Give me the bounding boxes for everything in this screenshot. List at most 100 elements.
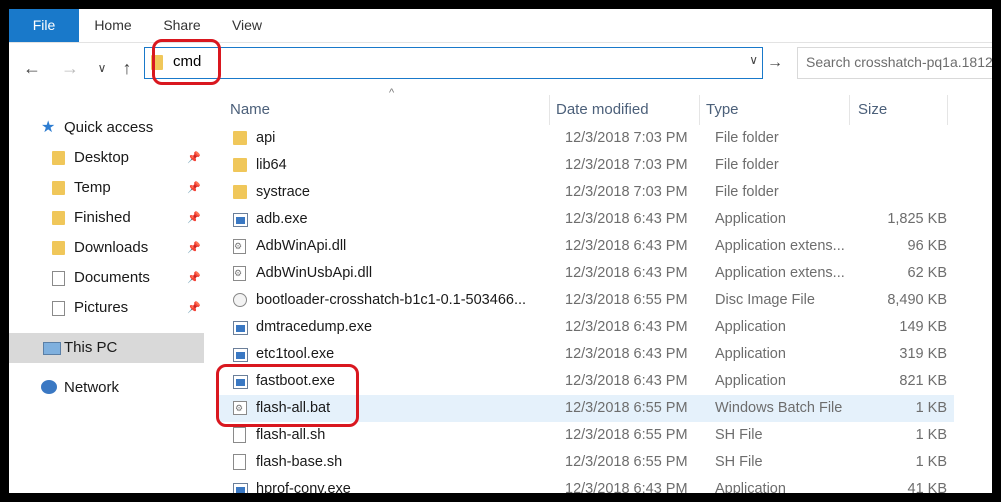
search-placeholder[interactable]: Search crosshatch-pq1a.1812: [806, 54, 992, 70]
file-name: AdbWinUsbApi.dll: [256, 265, 373, 281]
pin-icon[interactable]: 📌: [187, 233, 201, 263]
file-row[interactable]: hprof-conv.exe 12/3/2018 6:43 PM Applicati…: [219, 476, 954, 493]
address-bar[interactable]: cmd ∨: [144, 47, 763, 79]
file-name: bootloader-crosshatch-b1c1-0.1-503466...: [256, 292, 527, 308]
nav-item-pictures[interactable]: Pictures 📌: [9, 293, 204, 323]
back-arrow-icon[interactable]: ←: [21, 57, 43, 79]
file-row[interactable]: flash-base.sh 12/3/2018 6:55 PM SH File 1 K…: [219, 449, 954, 476]
nav-item-documents[interactable]: Documents 📌: [9, 263, 204, 293]
column-divider[interactable]: [947, 95, 948, 125]
file-row[interactable]: adb.exe 12/3/2018 6:43 PM Application 1,825…: [219, 206, 954, 233]
network-icon: [41, 380, 57, 394]
file-name: adb.exe: [256, 211, 308, 227]
file-size: 62 KB: [907, 265, 948, 281]
file-row[interactable]: lib64 12/3/2018 7:03 PM File folder: [219, 152, 954, 179]
tab-view[interactable]: View: [217, 9, 277, 42]
recent-locations-chevron-icon[interactable]: ∨: [91, 57, 113, 79]
text-file-icon: [233, 454, 246, 470]
column-type[interactable]: Type: [706, 95, 739, 125]
nav-item-label: Documents: [74, 269, 150, 286]
nav-item-label: Downloads: [74, 239, 149, 256]
file-date-modified: 12/3/2018 6:43 PM: [565, 238, 688, 254]
file-type: Windows Batch File: [715, 400, 843, 416]
nav-item-label: Desktop: [74, 149, 130, 166]
pictures-icon: [52, 301, 65, 316]
column-divider[interactable]: [549, 95, 550, 125]
file-date-modified: 12/3/2018 6:43 PM: [565, 319, 688, 335]
file-row[interactable]: api 12/3/2018 7:03 PM File folder: [219, 125, 954, 152]
file-row[interactable]: bootloader-crosshatch-b1c1-0.1-503466...…: [219, 287, 954, 314]
tab-file[interactable]: File: [9, 9, 79, 42]
file-date-modified: 12/3/2018 7:03 PM: [565, 130, 688, 146]
search-box[interactable]: Search crosshatch-pq1a.1812: [797, 47, 992, 79]
pin-icon[interactable]: 📌: [187, 293, 201, 323]
file-row[interactable]: AdbWinUsbApi.dll 12/3/2018 6:43 PM Applica…: [219, 260, 954, 287]
file-type: Application extens...: [715, 238, 845, 254]
file-name: api: [256, 130, 276, 146]
file-type: Application: [715, 211, 786, 227]
forward-arrow-icon[interactable]: →: [59, 57, 81, 79]
file-date-modified: 12/3/2018 6:43 PM: [565, 373, 688, 389]
file-size: 41 KB: [907, 481, 948, 493]
column-headers: ^ Name Date modified Type Size: [219, 87, 954, 125]
folder-icon: [233, 185, 247, 199]
file-row[interactable]: AdbWinApi.dll 12/3/2018 6:43 PM Applicatio…: [219, 233, 954, 260]
file-type: Application: [715, 346, 786, 362]
annotation-highlight-files: [216, 364, 359, 427]
pin-icon[interactable]: 📌: [187, 263, 201, 293]
nav-item-downloads[interactable]: Downloads 📌: [9, 233, 204, 263]
file-row[interactable]: systrace 12/3/2018 7:03 PM File folder: [219, 179, 954, 206]
file-date-modified: 12/3/2018 6:43 PM: [565, 481, 688, 493]
file-date-modified: 12/3/2018 6:43 PM: [565, 211, 688, 227]
file-size: 1 KB: [915, 400, 947, 416]
nav-network[interactable]: Network: [9, 373, 204, 403]
nav-item-desktop[interactable]: Desktop 📌: [9, 143, 204, 173]
column-divider[interactable]: [699, 95, 700, 125]
column-divider[interactable]: [849, 95, 850, 125]
file-list: api 12/3/2018 7:03 PM File folder lib64 12/3…: [219, 125, 954, 493]
nav-this-pc[interactable]: This PC: [9, 333, 204, 363]
file-type: Application: [715, 319, 786, 335]
file-name: systrace: [256, 184, 310, 200]
file-date-modified: 12/3/2018 7:03 PM: [565, 184, 688, 200]
nav-item-label: Finished: [74, 209, 131, 226]
nav-quick-access[interactable]: ★ Quick access: [9, 113, 204, 143]
file-name: AdbWinApi.dll: [256, 238, 347, 254]
file-row[interactable]: dmtracedump.exe 12/3/2018 6:43 PM Applicat…: [219, 314, 954, 341]
file-type: File folder: [715, 157, 779, 173]
column-size[interactable]: Size: [858, 95, 887, 125]
go-arrow-icon[interactable]: →: [765, 51, 785, 75]
tab-home[interactable]: Home: [79, 9, 147, 42]
pin-icon[interactable]: 📌: [187, 173, 201, 203]
dll-icon: [233, 233, 246, 260]
file-type: Application: [715, 373, 786, 389]
disc-image-icon: [233, 293, 247, 307]
documents-icon: [52, 271, 65, 286]
file-name: hprof-conv.exe: [256, 481, 351, 493]
nav-item-finished[interactable]: Finished 📌: [9, 203, 204, 233]
column-date-modified[interactable]: Date modified: [556, 95, 649, 125]
column-name[interactable]: Name: [230, 95, 270, 125]
file-name: lib64: [256, 157, 287, 173]
ribbon-tabs: File Home Share View: [9, 9, 992, 43]
file-type: File folder: [715, 184, 779, 200]
pin-icon[interactable]: 📌: [187, 143, 201, 173]
up-arrow-icon[interactable]: ↑: [116, 57, 138, 79]
file-size: 319 KB: [899, 346, 947, 362]
folder-icon: [52, 181, 65, 195]
file-date-modified: 12/3/2018 6:43 PM: [565, 265, 688, 281]
file-size: 96 KB: [907, 238, 948, 254]
tab-share[interactable]: Share: [147, 9, 217, 42]
nav-network-label: Network: [64, 379, 120, 396]
pin-icon[interactable]: 📌: [187, 203, 201, 233]
file-name: flash-base.sh: [256, 454, 343, 470]
text-file-icon: [233, 427, 246, 443]
nav-item-label: Temp: [74, 179, 111, 196]
file-date-modified: 12/3/2018 6:55 PM: [565, 427, 688, 443]
nav-item-temp[interactable]: Temp 📌: [9, 173, 204, 203]
file-size: 1 KB: [915, 454, 947, 470]
file-date-modified: 12/3/2018 6:43 PM: [565, 346, 688, 362]
file-type: Application: [715, 481, 786, 493]
file-size: 8,490 KB: [887, 292, 947, 308]
address-dropdown-chevron-icon[interactable]: ∨: [749, 53, 758, 67]
